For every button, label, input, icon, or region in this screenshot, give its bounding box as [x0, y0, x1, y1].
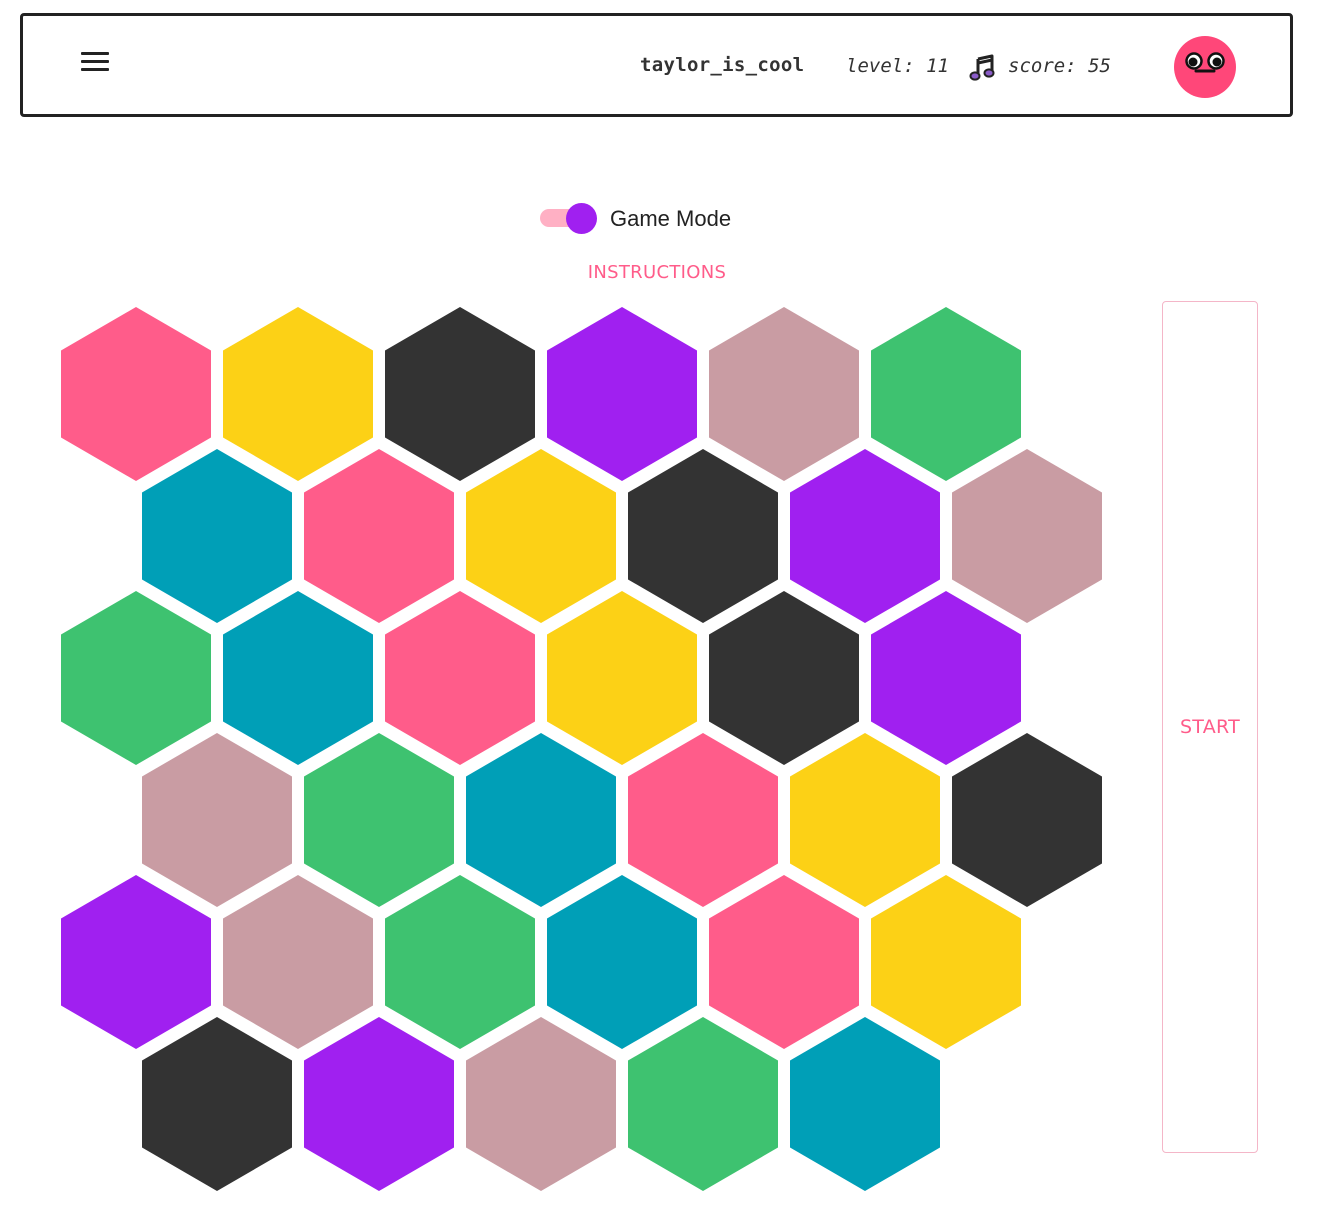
hex-tile-pink[interactable]: [61, 307, 211, 481]
hex-tile-black[interactable]: [142, 1017, 292, 1191]
hex-tile-purple[interactable]: [61, 875, 211, 1049]
hex-tile-teal[interactable]: [790, 1017, 940, 1191]
music-note-icon[interactable]: [969, 54, 995, 82]
hex-board: [61, 307, 1102, 1191]
hex-tile-black[interactable]: [952, 733, 1102, 907]
hex-tile-green[interactable]: [628, 1017, 778, 1191]
hex-tile-teal[interactable]: [547, 875, 697, 1049]
hex-tile-green[interactable]: [61, 591, 211, 765]
hex-tile-green[interactable]: [304, 733, 454, 907]
hex-tile-yellow[interactable]: [871, 875, 1021, 1049]
pink-face-avatar-icon[interactable]: [1173, 35, 1237, 99]
toggle-knob[interactable]: [566, 203, 597, 234]
hex-tile-black[interactable]: [709, 591, 859, 765]
game-mode-toggle[interactable]: Game Mode: [540, 200, 760, 236]
hex-tile-purple[interactable]: [871, 591, 1021, 765]
username: taylor_is_cool: [640, 54, 805, 76]
hex-tile-green[interactable]: [871, 307, 1021, 481]
start-button[interactable]: START: [1162, 301, 1258, 1153]
game-mode-label: Game Mode: [610, 206, 732, 231]
hex-tile-yellow[interactable]: [790, 733, 940, 907]
level-indicator: level: 11: [846, 55, 949, 77]
start-label: START: [1179, 716, 1241, 738]
hex-tile-mauve[interactable]: [223, 875, 373, 1049]
hex-tile-purple[interactable]: [547, 307, 697, 481]
hex-tile-teal[interactable]: [142, 449, 292, 623]
hex-tile-yellow[interactable]: [466, 449, 616, 623]
score-indicator: score: 55: [1008, 55, 1111, 77]
hex-tile-mauve[interactable]: [952, 449, 1102, 623]
hex-tile-black[interactable]: [628, 449, 778, 623]
hex-tile-teal[interactable]: [466, 733, 616, 907]
hex-tile-mauve[interactable]: [466, 1017, 616, 1191]
hex-tile-purple[interactable]: [790, 449, 940, 623]
hamburger-menu-icon[interactable]: [81, 52, 113, 80]
hex-tile-mauve[interactable]: [142, 733, 292, 907]
hex-tile-pink[interactable]: [304, 449, 454, 623]
hex-tile-green[interactable]: [385, 875, 535, 1049]
hex-tile-purple[interactable]: [304, 1017, 454, 1191]
hex-tile-mauve[interactable]: [709, 307, 859, 481]
hex-tile-pink[interactable]: [709, 875, 859, 1049]
top-bar: taylor_is_cool level: 11 score: 55: [20, 13, 1293, 117]
instructions-link[interactable]: INSTRUCTIONS: [557, 262, 757, 283]
hex-tile-teal[interactable]: [223, 591, 373, 765]
hex-tile-yellow[interactable]: [223, 307, 373, 481]
hex-tile-pink[interactable]: [628, 733, 778, 907]
hex-tile-pink[interactable]: [385, 591, 535, 765]
hex-tile-yellow[interactable]: [547, 591, 697, 765]
hex-tile-black[interactable]: [385, 307, 535, 481]
